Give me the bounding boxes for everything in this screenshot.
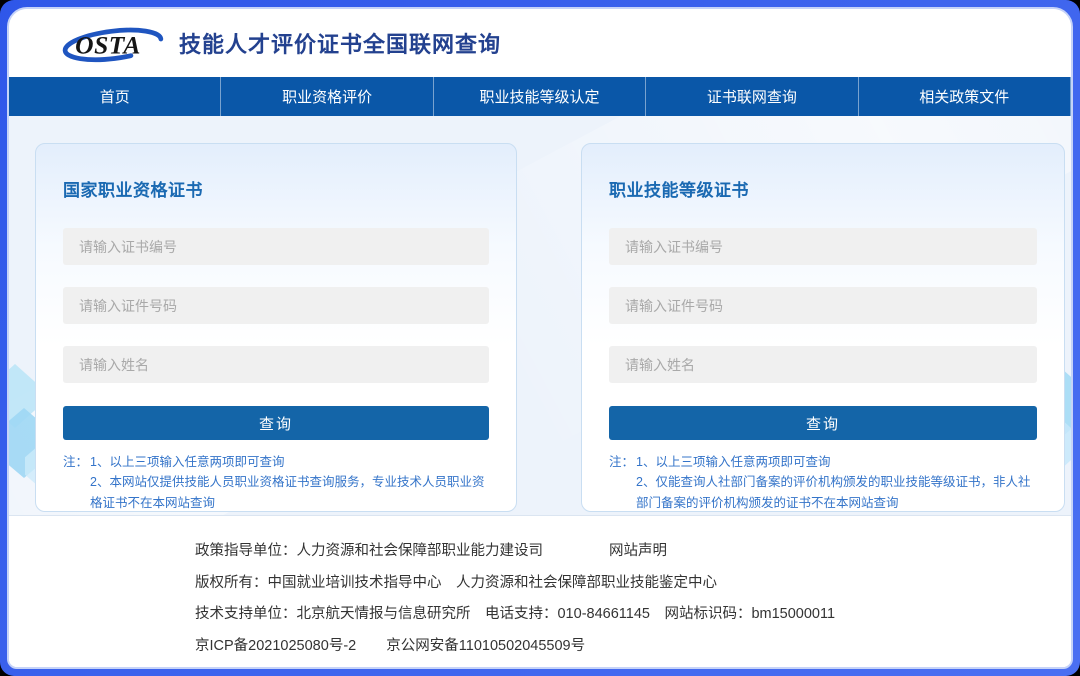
page-title: 技能人才评价证书全国联网查询 [179, 32, 502, 57]
icp-filing-link[interactable]: 京ICP备2021025080号-2 [195, 638, 356, 654]
main-nav: 首页 职业资格评价 职业技能等级认定 证书联网查询 相关政策文件 [9, 77, 1071, 116]
main-section: 国家职业资格证书 查询 注： 1、以上三项输入任意两项即可查询 2、本网站仅提供… [9, 116, 1071, 516]
name-input[interactable] [63, 346, 489, 383]
note-item: 1、以上三项输入任意两项即可查询 [90, 455, 285, 469]
nav-item-skill-level-certification[interactable]: 职业技能等级认定 [434, 77, 647, 116]
police-filing-link[interactable]: 京公网安备11010502045509号 [386, 638, 585, 654]
id-number-input[interactable] [609, 287, 1037, 324]
note-prefix: 注： [63, 455, 89, 469]
footer-icp-line: 京ICP备2021025080号-2 京公网安备11010502045509号 [195, 631, 1071, 663]
site-footer: 政策指导单位：人力资源和社会保障部职业能力建设司 网站声明 版权所有：中国就业培… [9, 516, 1071, 667]
policy-guidance-text: 政策指导单位：人力资源和社会保障部职业能力建设司 [195, 543, 543, 559]
site-header: OSTA 技能人才评价证书全国联网查询 [9, 9, 1071, 77]
nav-item-home[interactable]: 首页 [9, 77, 222, 116]
page-frame: OSTA 技能人才评价证书全国联网查询 首页 职业资格评价 职业技能等级认定 证… [0, 0, 1080, 676]
card-notes: 注： 1、以上三项输入任意两项即可查询 2、本网站仅提供技能人员职业资格证书查询… [63, 452, 489, 513]
skill-level-certificate-card: 职业技能等级证书 查询 注： 1、以上三项输入任意两项即可查询 2、仅能查询人社… [581, 143, 1065, 512]
osta-logo[interactable]: OSTA [61, 20, 165, 66]
footer-support-line: 技术支持单位：北京航天情报与信息研究所 电话支持：010-84661145 网站… [195, 606, 836, 622]
note-prefix: 注： [609, 455, 635, 469]
id-number-input[interactable] [63, 287, 489, 324]
page-body: OSTA 技能人才评价证书全国联网查询 首页 职业资格评价 职业技能等级认定 证… [7, 7, 1073, 669]
certificate-number-input[interactable] [609, 228, 1037, 265]
card-notes: 注： 1、以上三项输入任意两项即可查询 2、仅能查询人社部门备案的评价机构颁发的… [609, 452, 1037, 513]
nav-item-policy-documents[interactable]: 相关政策文件 [859, 77, 1071, 116]
nav-item-certificate-query[interactable]: 证书联网查询 [646, 77, 859, 116]
note-item: 2、本网站仅提供技能人员职业资格证书查询服务，专业技术人员职业资格证书不在本网站… [90, 475, 485, 510]
site-declaration-link[interactable]: 网站声明 [609, 543, 667, 559]
osta-logo-text: OSTA [75, 30, 141, 59]
name-input[interactable] [609, 346, 1037, 383]
query-button[interactable]: 查询 [63, 406, 489, 440]
note-item: 1、以上三项输入任意两项即可查询 [636, 455, 831, 469]
footer-policy-line: 政策指导单位：人力资源和社会保障部职业能力建设司 网站声明 [195, 536, 1071, 568]
osta-logo-icon: OSTA [62, 27, 164, 63]
footer-copyright-line: 版权所有：中国就业培训技术指导中心 人力资源和社会保障部职业技能鉴定中心 [195, 574, 717, 591]
national-qualification-certificate-card: 国家职业资格证书 查询 注： 1、以上三项输入任意两项即可查询 2、本网站仅提供… [35, 143, 517, 512]
nav-item-qualification-evaluation[interactable]: 职业资格评价 [221, 77, 434, 116]
certificate-number-input[interactable] [63, 228, 489, 265]
decor-crystal [9, 364, 35, 428]
note-item: 2、仅能查询人社部门备案的评价机构颁发的职业技能等级证书，非人社部门备案的评价机… [636, 475, 1031, 510]
card-title: 职业技能等级证书 [609, 181, 749, 200]
query-button[interactable]: 查询 [609, 406, 1037, 440]
card-title: 国家职业资格证书 [63, 181, 203, 200]
